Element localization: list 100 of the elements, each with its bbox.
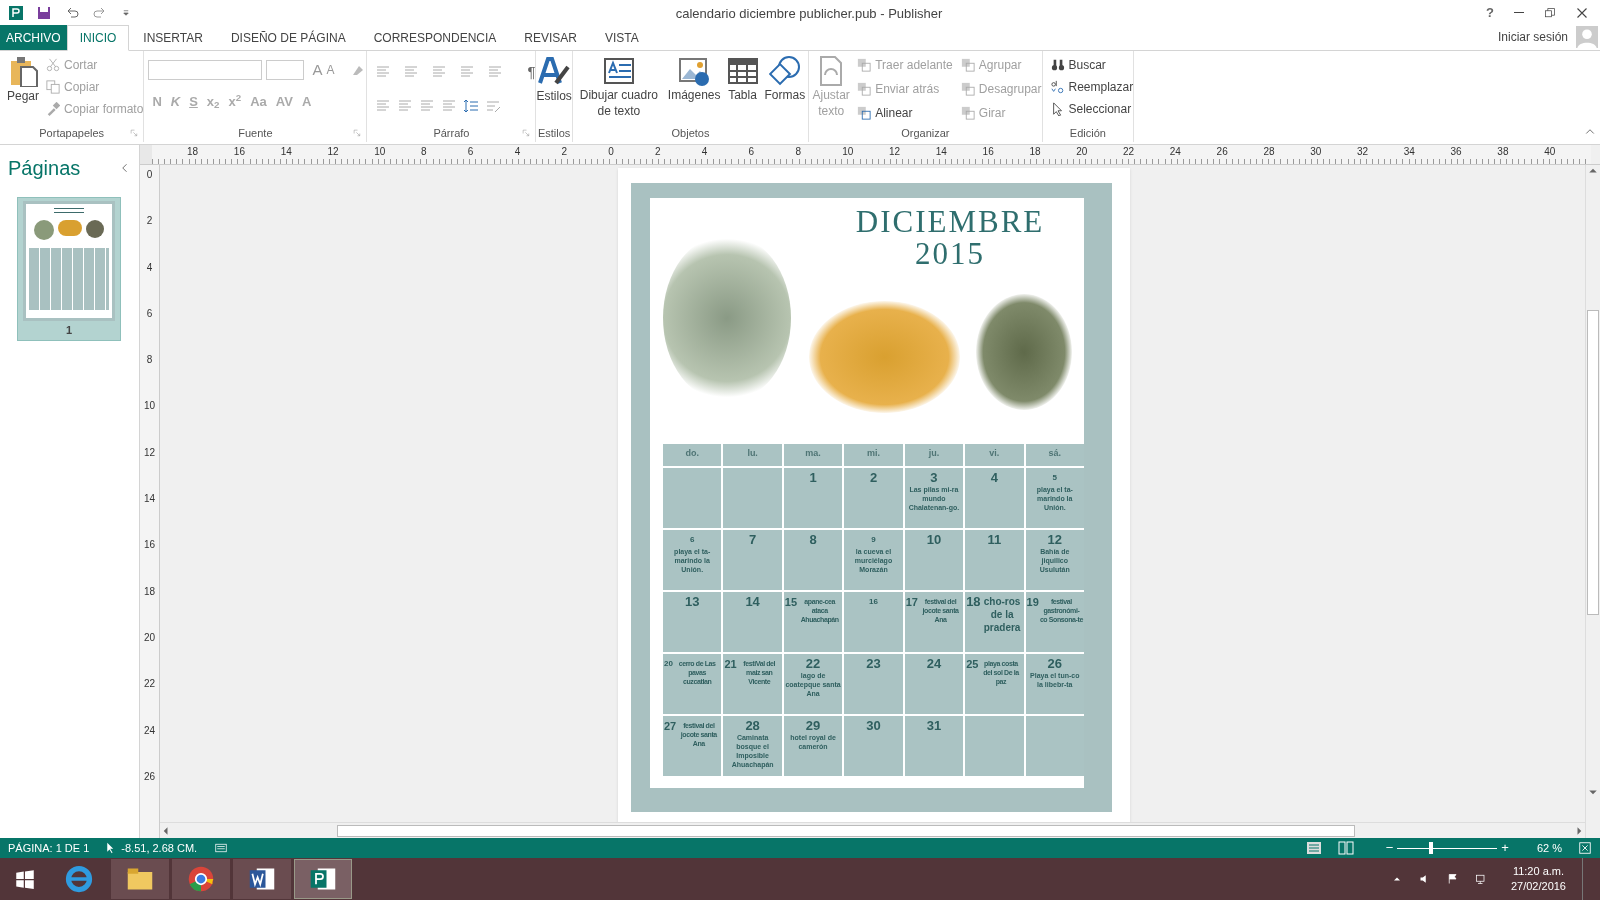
day-note: cho-ros de la pradera — [982, 595, 1022, 634]
ruler-label: 26 — [1216, 145, 1229, 159]
taskbar-app-button[interactable] — [172, 859, 230, 899]
styles-button[interactable]: Estilos — [536, 51, 572, 124]
day-number: 15 — [784, 595, 798, 609]
calendar-cell — [965, 716, 1024, 776]
zoom-out-button[interactable]: − — [1385, 838, 1394, 858]
ruler-label: 12 — [889, 145, 902, 159]
ruler-label: 4 — [514, 145, 522, 159]
taskbar-clock-time: 11:20 a.m. — [1512, 864, 1565, 879]
day-number: 19 — [1026, 595, 1039, 609]
sign-in-link[interactable]: Iniciar sesión — [1497, 28, 1568, 46]
ruler-label: 20 — [143, 630, 156, 645]
paste-button[interactable]: Pegar — [0, 51, 46, 124]
calendar-year-title: 2015 — [915, 238, 985, 270]
insert-object-button[interactable]: Formas — [761, 51, 809, 124]
app-icon — [65, 865, 93, 893]
horizontal-scrollbar-thumb[interactable] — [337, 824, 1355, 837]
vertical-scrollbar-thumb[interactable] — [1587, 310, 1599, 615]
day-number: 26 — [1047, 657, 1062, 671]
day-number: 6 — [690, 534, 695, 546]
day-number: 18 — [966, 595, 981, 609]
ribbon-tab[interactable]: INSERTAR — [129, 25, 217, 50]
save-icon — [36, 4, 52, 21]
ribbon-tab[interactable]: REVISAR — [510, 25, 591, 50]
editing-button[interactable]: Reemplazar — [1050, 77, 1134, 96]
ruler-label: 14 — [935, 145, 948, 159]
day-number: 2 — [869, 471, 878, 485]
ribbon-tab[interactable]: CORRESPONDENCIA — [359, 25, 511, 50]
photo-placeholder — [34, 220, 54, 240]
line-spacing-icon — [463, 97, 480, 114]
ruler-label: 28 — [1263, 145, 1276, 159]
replace-icon — [1050, 79, 1065, 94]
ribbon-tab[interactable]: ARCHIVO — [0, 25, 67, 50]
ribbon-tab[interactable]: VISTA — [591, 25, 653, 50]
photo-placeholder — [86, 220, 104, 238]
arrange-button[interactable]: Alinear — [857, 103, 953, 122]
ruler-label: 30 — [1310, 145, 1323, 159]
arrange-icon — [857, 105, 872, 120]
picture-icon — [678, 55, 711, 87]
styles-icon — [538, 55, 571, 87]
ruler-label: 18 — [1029, 145, 1042, 159]
day-number: 3 — [930, 471, 938, 485]
font-size-field[interactable] — [266, 60, 305, 81]
day-number: 21 — [724, 657, 737, 671]
group-label: Organizar — [901, 125, 950, 141]
page-thumbnail[interactable]: 1 — [17, 197, 121, 341]
ruler-label: 2 — [146, 214, 153, 229]
ruler-label: 32 — [1356, 145, 1370, 159]
insert-object-button[interactable]: Tabla — [723, 51, 762, 124]
ruler-label: 4 — [146, 260, 153, 275]
weekday-header: vi. — [965, 444, 1024, 466]
taskbar-app-button[interactable] — [233, 859, 291, 899]
font-name-field[interactable] — [148, 60, 263, 81]
day-number: 22 — [805, 657, 821, 671]
day-number: 10 — [926, 533, 942, 547]
calendar-month-title: DICIEMBRE — [855, 206, 1045, 238]
ribbon-tab[interactable]: DISEÑO DE PÁGINA — [216, 25, 360, 50]
grow-font-button[interactable]: A — [312, 59, 323, 82]
cursor-icon — [1050, 101, 1065, 116]
day-number: 5 — [1052, 472, 1057, 484]
day-number: 29 — [805, 719, 821, 733]
shrink-font-button[interactable]: A — [326, 61, 335, 80]
ruler-label: 8 — [421, 145, 428, 159]
zoom-slider[interactable] — [1397, 842, 1498, 854]
ruler-label: 24 — [1169, 145, 1182, 159]
zoom-slider-thumb[interactable] — [1429, 842, 1434, 854]
taskbar-app-button[interactable] — [111, 859, 169, 899]
day-number: 17 — [905, 595, 918, 609]
day-number: 8 — [809, 533, 817, 547]
ribbon-tab[interactable]: INICIO — [66, 25, 130, 51]
ruler-label: 20 — [1076, 145, 1089, 159]
cursor-position: -8.51, 2.68 CM. — [121, 840, 198, 856]
calendar-cell — [723, 468, 782, 528]
dialog-launcher-icon — [353, 129, 363, 138]
editing-button[interactable]: Seleccionar — [1050, 99, 1134, 118]
app-icon — [187, 865, 215, 893]
paragraph-mark-button[interactable]: ¶ — [527, 61, 536, 84]
day-number: 24 — [926, 657, 942, 671]
help-button[interactable]: ? — [1486, 2, 1494, 23]
insert-object-button[interactable]: Dibujar cuadro de texto — [572, 51, 665, 124]
day-number: 27 — [664, 719, 677, 733]
ruler-label: 4 — [701, 145, 709, 159]
zoom-in-button[interactable]: + — [1501, 838, 1509, 858]
editing-button[interactable]: Buscar — [1050, 55, 1134, 74]
ruler-label: 14 — [143, 492, 156, 507]
taskbar-app-button[interactable] — [294, 859, 352, 899]
zoom-level: 62 % — [1536, 840, 1562, 856]
ruler-label: 14 — [280, 145, 293, 159]
group-label: Portapapeles — [39, 125, 105, 141]
calendar-cell — [663, 468, 722, 528]
dialog-launcher-icon — [522, 129, 532, 138]
app-logo-icon — [8, 4, 24, 21]
weekday-header: mi. — [844, 444, 903, 466]
insert-object-button[interactable]: Imágenes — [664, 51, 724, 124]
restore-icon — [1544, 6, 1556, 19]
ruler-label: 6 — [467, 145, 475, 159]
textbox-icon — [602, 55, 635, 87]
flag-icon — [1446, 873, 1459, 885]
arrange-icon — [857, 57, 872, 72]
